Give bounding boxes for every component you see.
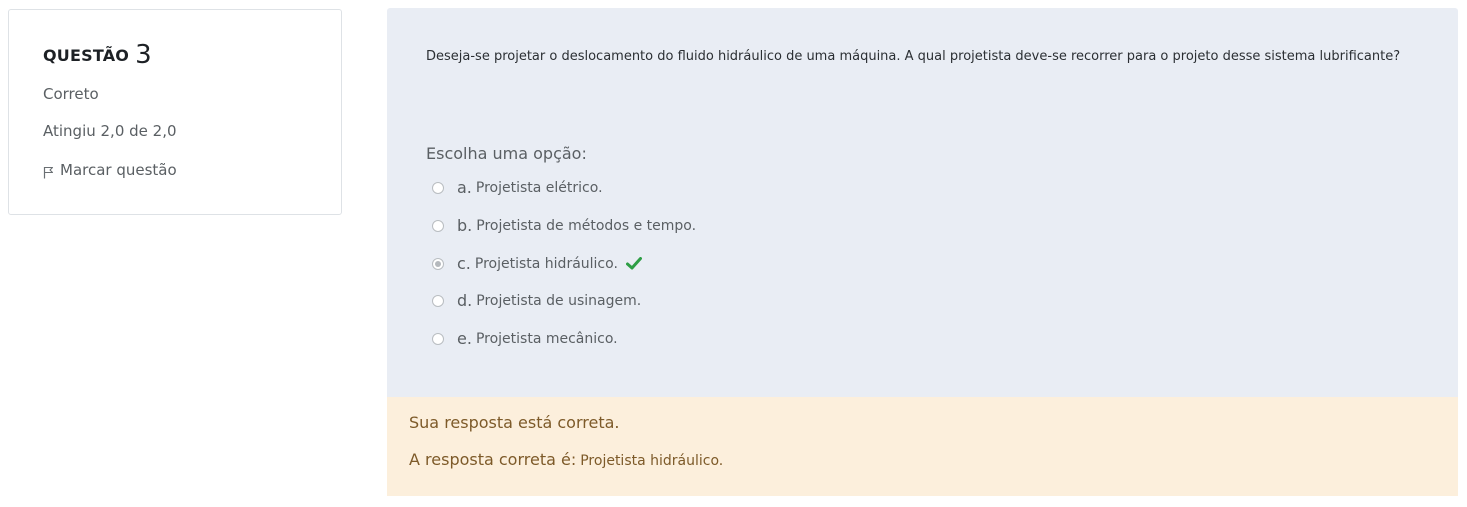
feedback-status: Sua resposta está correta. xyxy=(409,413,620,432)
answer-option-d[interactable]: d. Projetista de usinagem. xyxy=(432,291,641,310)
answer-option-b[interactable]: b. Projetista de métodos e tempo. xyxy=(432,216,696,235)
flag-question-link[interactable]: Marcar questão xyxy=(43,160,177,179)
radio-e[interactable] xyxy=(432,332,444,345)
option-text: Projetista mecânico. xyxy=(475,330,618,347)
radio-d[interactable] xyxy=(432,294,444,307)
question-text: Deseja-se projetar o deslocamento do flu… xyxy=(426,49,1401,64)
option-text: Projetista de usinagem. xyxy=(476,292,642,309)
option-text: Projetista de métodos e tempo. xyxy=(476,217,697,234)
flag-icon xyxy=(43,166,54,179)
question-formulation: Deseja-se projetar o deslocamento do flu… xyxy=(387,8,1458,397)
answer-option-c[interactable]: c. Projetista hidráulico. xyxy=(432,254,642,273)
option-letter: e. xyxy=(457,329,472,348)
correct-answer-line: A resposta correta é: Projetista hidráuli… xyxy=(409,450,723,469)
option-text: Projetista elétrico. xyxy=(475,179,603,196)
answer-prompt: Escolha uma opção: xyxy=(426,144,587,163)
radio-c[interactable] xyxy=(432,257,444,270)
feedback-panel: Sua resposta está correta. A resposta co… xyxy=(387,397,1458,496)
question-label: QUESTÃO xyxy=(43,46,130,65)
option-text: Projetista hidráulico. xyxy=(474,255,618,272)
radio-a[interactable] xyxy=(432,181,444,194)
question-info-card: QUESTÃO 3 Correto Atingiu 2,0 de 2,0 Marc… xyxy=(8,9,342,215)
answer-option-a[interactable]: a. Projetista elétrico. xyxy=(432,178,603,197)
correct-answer-value: Projetista hidráulico. xyxy=(580,453,724,469)
option-letter: d. xyxy=(457,291,473,310)
question-number: 3 xyxy=(135,40,152,70)
question-grade: Atingiu 2,0 de 2,0 xyxy=(43,122,177,140)
answer-option-e[interactable]: e. Projetista mecânico. xyxy=(432,329,618,348)
check-icon xyxy=(625,257,642,270)
question-title: QUESTÃO 3 xyxy=(43,40,152,70)
question-state: Correto xyxy=(43,85,99,103)
flag-question-label: Marcar questão xyxy=(60,160,177,179)
radio-b[interactable] xyxy=(432,219,444,232)
option-letter: c. xyxy=(457,254,471,273)
option-letter: b. xyxy=(457,216,473,235)
correct-answer-label: A resposta correta é: xyxy=(409,450,577,469)
option-letter: a. xyxy=(457,178,472,197)
